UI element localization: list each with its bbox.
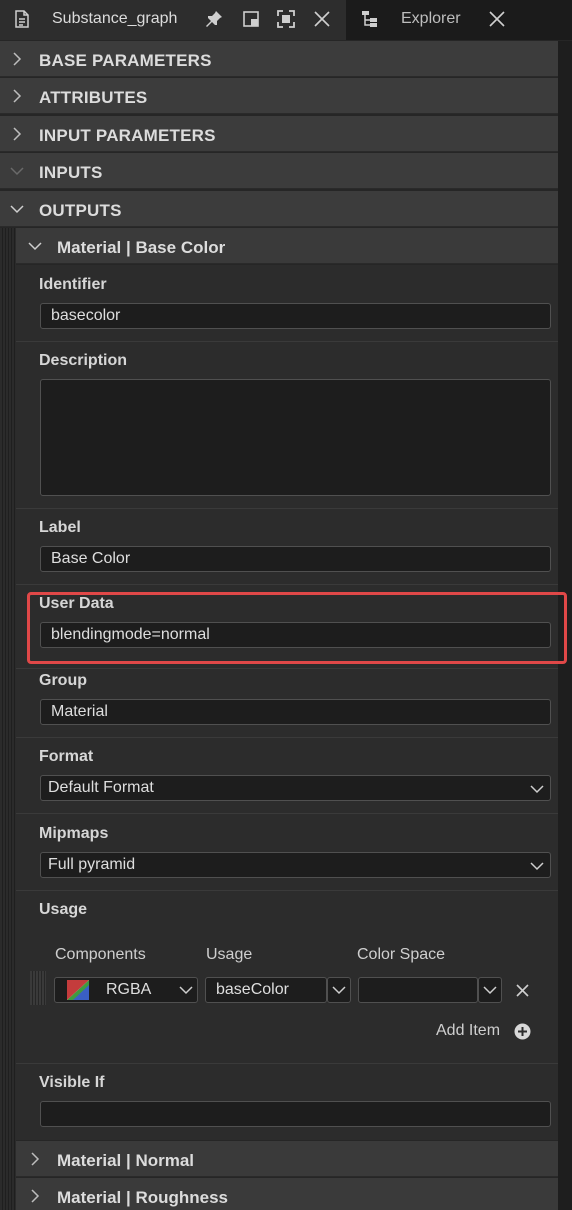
mipmaps-value: Full pyramid: [48, 856, 136, 873]
pin-icon[interactable]: [204, 9, 224, 29]
chevron-right-icon: [13, 89, 22, 103]
chevron-down-icon: [10, 205, 24, 214]
usage-select[interactable]: baseColor: [205, 977, 327, 1003]
section-label: BASE PARAMETERS: [39, 51, 212, 70]
section-input-parameters[interactable]: INPUT PARAMETERS: [0, 116, 558, 152]
label-label: Label: [39, 519, 81, 536]
row-drag-handle[interactable]: [30, 971, 46, 1005]
group-label: Group: [39, 672, 87, 689]
tab-title: Substance_graph: [52, 10, 178, 27]
chevron-down-icon: [530, 862, 544, 871]
section-label: INPUTS: [39, 163, 103, 182]
divider: [16, 737, 558, 738]
rgba-swatch-icon: [67, 980, 89, 1000]
section-inputs[interactable]: INPUTS: [0, 153, 558, 189]
section-base-parameters[interactable]: BASE PARAMETERS: [0, 41, 558, 77]
mipmaps-select[interactable]: Full pyramid: [40, 852, 551, 878]
group-field[interactable]: Material: [40, 699, 551, 725]
output-roughness-header[interactable]: Material | Roughness: [16, 1178, 558, 1210]
color-space-dropdown-button[interactable]: [478, 977, 502, 1003]
divider: [16, 508, 558, 509]
chevron-down-icon: [530, 785, 544, 794]
color-space-column-header: Color Space: [357, 946, 446, 963]
format-label: Format: [39, 748, 94, 765]
close-icon[interactable]: [312, 9, 332, 29]
description-label: Description: [39, 352, 128, 369]
usage-label: Usage: [39, 901, 88, 918]
chevron-right-icon: [31, 1189, 40, 1203]
usage-value: baseColor: [216, 981, 289, 998]
divider: [16, 1063, 558, 1064]
indent-guide: [0, 228, 16, 1210]
chevron-down-icon: [483, 986, 497, 995]
output-normal-header[interactable]: Material | Normal: [16, 1141, 558, 1177]
chevron-down-icon: [179, 986, 193, 995]
format-select[interactable]: Default Format: [40, 775, 551, 801]
section-label: OUTPUTS: [39, 201, 122, 220]
tab-explorer[interactable]: Explorer: [346, 0, 572, 40]
color-space-select[interactable]: [358, 977, 478, 1003]
maximize-icon[interactable]: [276, 9, 296, 29]
components-column-header: Components: [55, 946, 146, 963]
chevron-right-icon: [13, 127, 22, 141]
section-label: ATTRIBUTES: [39, 88, 148, 107]
chevron-down-icon: [28, 242, 42, 251]
components-value: RGBA: [106, 981, 152, 998]
user-data-highlight: [27, 592, 567, 664]
label-field[interactable]: Base Color: [40, 546, 551, 572]
output-label: Material | Base Color: [57, 238, 226, 257]
chevron-right-icon: [31, 1152, 40, 1166]
chevron-right-icon: [13, 52, 22, 66]
chevron-down-icon: [332, 986, 346, 995]
output-label: Material | Roughness: [57, 1188, 229, 1207]
divider: [16, 813, 558, 814]
tab-title: Explorer: [401, 10, 461, 27]
usage-column-header: Usage: [206, 946, 253, 963]
section-outputs[interactable]: OUTPUTS: [0, 191, 558, 227]
format-value: Default Format: [48, 779, 154, 796]
section-attributes[interactable]: ATTRIBUTES: [0, 78, 558, 114]
document-icon: [15, 10, 29, 28]
components-select[interactable]: RGBA: [54, 977, 198, 1003]
remove-item-icon[interactable]: [515, 983, 530, 998]
chevron-down-icon: [10, 167, 24, 176]
description-field[interactable]: [40, 379, 551, 496]
section-label: INPUT PARAMETERS: [39, 126, 216, 145]
add-item-button[interactable]: Add Item: [436, 1022, 500, 1040]
usage-dropdown-button[interactable]: [327, 977, 351, 1003]
output-label: Material | Normal: [57, 1151, 195, 1170]
divider: [16, 890, 558, 891]
float-window-icon[interactable]: [241, 9, 261, 29]
divider: [16, 668, 558, 669]
mipmaps-label: Mipmaps: [39, 825, 109, 842]
tab-substance-graph[interactable]: Substance_graph: [0, 0, 346, 40]
identifier-field[interactable]: basecolor: [40, 303, 551, 329]
visible-if-label: Visible If: [39, 1074, 105, 1091]
visible-if-field[interactable]: [40, 1101, 551, 1127]
close-icon[interactable]: [487, 9, 507, 29]
divider: [16, 584, 558, 585]
output-base-color-header[interactable]: Material | Base Color: [16, 228, 558, 264]
tree-icon: [362, 11, 377, 27]
divider: [16, 341, 558, 342]
add-circle-icon[interactable]: [514, 1023, 531, 1040]
tab-bar: Substance_graph Explorer: [0, 0, 572, 40]
identifier-label: Identifier: [39, 276, 107, 293]
